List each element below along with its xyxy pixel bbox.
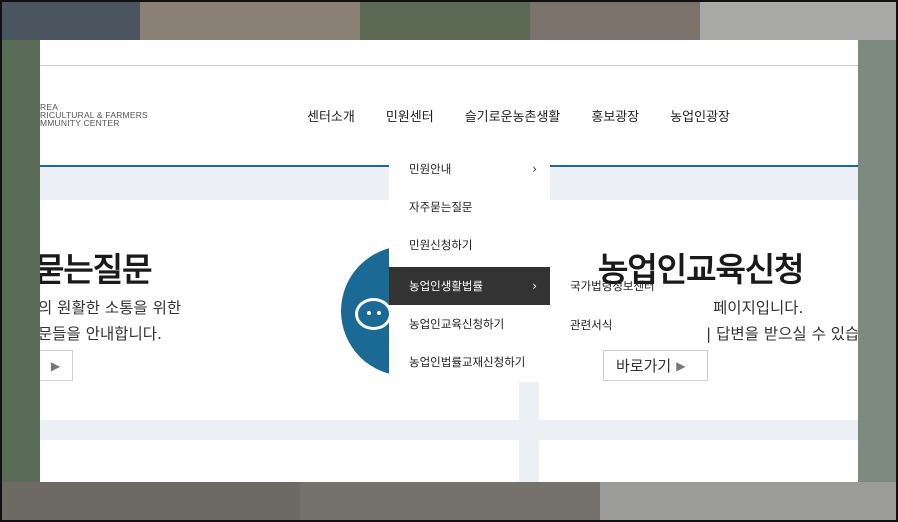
dropdown-item-education-request[interactable]: 농업인교육신청하기 <box>389 305 550 343</box>
vertical-grey-band <box>519 380 539 482</box>
dropdown-item-farmer-law[interactable]: 농업인생활법률 › <box>389 267 550 305</box>
go-button-label: 바로가기 <box>616 357 672 375</box>
dropdown-item-civil-request[interactable]: 민원신청하기 <box>389 226 550 264</box>
right-card-line-2: | 답변을 받으실 수 있습 <box>706 325 858 343</box>
dropdown-item-textbook-request[interactable]: 농업인법률교재신청하기 <box>389 343 550 381</box>
left-card-go-button[interactable]: ▶ <box>40 350 73 381</box>
nav-item-promotion[interactable]: 홍보광장 <box>591 106 639 125</box>
nav-item-center-intro[interactable]: 센터소개 <box>307 106 355 125</box>
play-arrow-icon: ▶ <box>676 358 686 373</box>
lower-grey-band <box>40 420 858 440</box>
submenu-item-national-law-center[interactable]: 국가법령정보센터 <box>570 278 655 294</box>
chat-bubble-icon <box>355 298 392 330</box>
right-card-go-button[interactable]: 바로가기 ▶ <box>603 350 708 381</box>
nav-item-farmers-plaza[interactable]: 농업인광장 <box>670 106 730 125</box>
dropdown-item-civil-guide[interactable]: 민원안내 › <box>389 150 550 188</box>
chevron-right-icon: › <box>532 279 537 293</box>
main-navigation: 센터소개 민원센터 슬기로운농촌생활 홍보광장 농업인광장 <box>307 106 761 125</box>
dropdown-item-label: 농업인교육신청하기 <box>409 317 505 331</box>
chevron-right-icon: › <box>532 162 537 176</box>
dropdown-item-label: 자주묻는질문 <box>409 200 473 214</box>
submenu-item-related-forms[interactable]: 관련서식 <box>570 317 612 333</box>
left-card-line-1: 의 원활한 소통을 위한 <box>40 299 182 317</box>
nav-item-rural-life[interactable]: 슬기로운농촌생활 <box>465 106 561 125</box>
left-card-line-2: 문들을 안내합니다. <box>40 325 162 343</box>
left-card-title: 묻는질문 <box>40 250 152 289</box>
dropdown-item-label: 농업인생활법률 <box>409 279 484 293</box>
right-card-line-1: 페이지입니다. <box>713 299 804 317</box>
dropdown-item-label: 민원신청하기 <box>409 238 473 252</box>
dropdown-item-faq[interactable]: 자주묻는질문 <box>389 188 550 226</box>
play-arrow-icon: ▶ <box>50 358 61 373</box>
dropdown-item-label: 민원안내 <box>409 162 452 176</box>
top-divider <box>40 65 858 66</box>
logo[interactable]: REA RICULTURAL & FARMERS MMUNITY CENTER <box>40 103 148 128</box>
logo-line: MMUNITY CENTER <box>40 118 120 128</box>
dropdown-item-label: 농업인법률교재신청하기 <box>409 355 526 369</box>
page-panel: REA RICULTURAL & FARMERS MMUNITY CENTER … <box>40 40 858 482</box>
civil-center-dropdown: 민원안내 › 자주묻는질문 민원신청하기 농업인생활법률 › 농업인교육신청하기… <box>389 150 550 382</box>
nav-item-civil-center[interactable]: 민원센터 <box>386 106 434 125</box>
